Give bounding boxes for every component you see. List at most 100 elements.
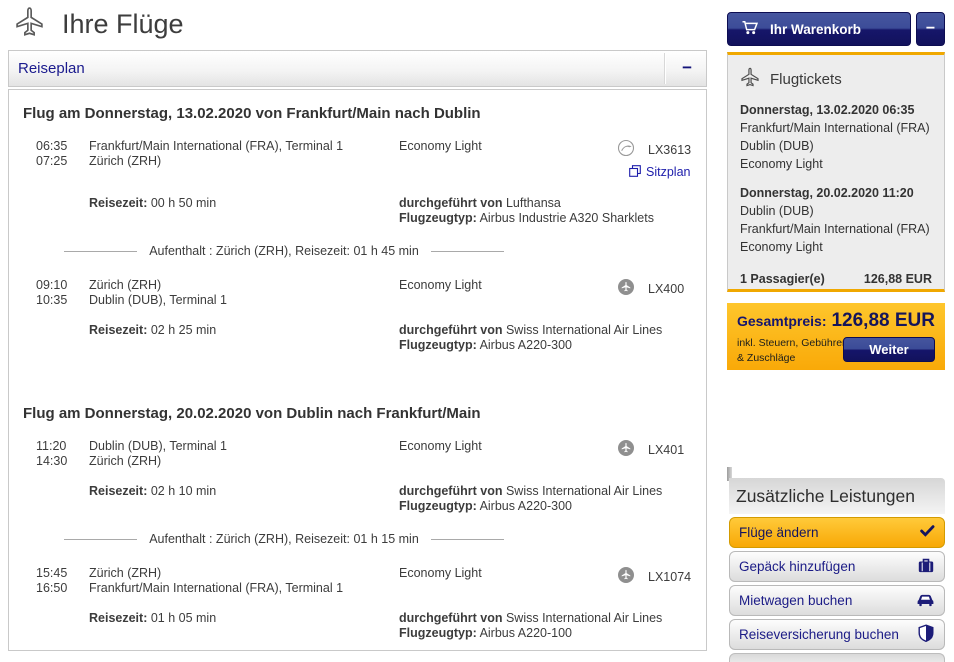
arrival-time: 16:50	[36, 581, 89, 596]
divider-line	[64, 251, 137, 252]
additional-services-title: Zusätzliche Leistungen	[729, 478, 945, 514]
total-price-box: Gesamtpreis: 126,88 EUR inkl. Steuern, G…	[727, 303, 945, 370]
seatmap-icon	[629, 165, 641, 181]
travel-time: Reisezeit: 02 h 10 min	[89, 484, 399, 514]
itinerary-panel-body: Flug am Donnerstag, 13.02.2020 von Frank…	[8, 89, 707, 651]
seatmap-link[interactable]: Sitzplan	[629, 165, 690, 181]
departure-time: 11:20	[36, 439, 89, 454]
divider-line	[64, 539, 137, 540]
trip-date: Donnerstag, 20.02.2020 11:20	[740, 184, 932, 202]
cart-button[interactable]: Ihr Warenkorb	[727, 12, 911, 46]
add-baggage-button[interactable]: Gepäck hinzufügen	[729, 551, 945, 582]
flight-number-cell: LX400	[617, 278, 696, 307]
operating-info: durchgeführt von Swiss International Air…	[399, 484, 696, 514]
change-flights-label: Flüge ändern	[739, 525, 819, 540]
trip-to: Dublin (DUB)	[740, 137, 932, 155]
divider-line	[431, 251, 504, 252]
swiss-airline-icon	[617, 278, 635, 300]
total-price-note: inkl. Steuern, Gebühren & Zuschläge	[737, 336, 849, 366]
arrival-airport: Zürich (ZRH)	[89, 154, 399, 169]
seatmap-label: Sitzplan	[646, 165, 690, 180]
cabin-class: Economy Light	[399, 139, 617, 180]
book-rental-car-label: Mietwagen buchen	[739, 593, 852, 608]
airplane-icon	[740, 67, 760, 91]
trip-from: Frankfurt/Main International (FRA)	[740, 119, 932, 137]
cabin-class: Economy Light	[399, 439, 617, 468]
collapse-cart-button[interactable]: −	[916, 12, 945, 46]
flight-number-cell: LX401	[617, 439, 696, 468]
suitcase-icon	[917, 557, 935, 577]
segment-row: 15:45 16:50 Zürich (ZRH) Frankfurt/Main …	[36, 566, 696, 595]
cart-trip-summary: Donnerstag, 13.02.2020 06:35 Frankfurt/M…	[740, 101, 932, 173]
additional-services-panel: Zusätzliche Leistungen Flüge ändern Gepä…	[729, 478, 945, 662]
flight-heading: Flug am Donnerstag, 20.02.2020 von Dubli…	[23, 405, 692, 422]
trip-cabin: Economy Light	[740, 238, 932, 256]
swiss-airline-icon	[617, 439, 635, 461]
itinerary-panel: Reiseplan − Flug am Donnerstag, 13.02.20…	[8, 50, 707, 651]
stopover-text: Aufenthalt : Zürich (ZRH), Reisezeit: 01…	[149, 244, 419, 258]
header-separator	[664, 53, 666, 84]
book-rental-car-button[interactable]: Mietwagen buchen	[729, 585, 945, 616]
departure-airport: Zürich (ZRH)	[89, 566, 399, 581]
minus-icon: −	[926, 20, 935, 38]
segment-airports: Frankfurt/Main International (FRA), Term…	[89, 139, 399, 180]
departure-time: 15:45	[36, 566, 89, 581]
trip-from: Dublin (DUB)	[740, 202, 932, 220]
divider-line	[431, 539, 504, 540]
arrival-time: 07:25	[36, 154, 89, 169]
travel-time: Reisezeit: 02 h 25 min	[89, 323, 399, 353]
stopover-text: Aufenthalt : Zürich (ZRH), Reisezeit: 01…	[149, 532, 419, 546]
operating-info: durchgeführt von Lufthansa Flugzeugtyp: …	[399, 196, 696, 226]
book-travel-insurance-label: Reiseversicherung buchen	[739, 627, 899, 642]
departure-time: 06:35	[36, 139, 89, 154]
segment-times: 09:10 10:35	[36, 278, 89, 307]
trip-date: Donnerstag, 13.02.2020 06:35	[740, 101, 932, 119]
airplane-icon	[14, 6, 45, 42]
travel-time: Reisezeit: 01 h 05 min	[89, 611, 399, 641]
segment-times: 15:45 16:50	[36, 566, 89, 595]
continue-button[interactable]: Weiter	[843, 337, 935, 362]
trip-cabin: Economy Light	[740, 155, 932, 173]
flight-number: LX401	[648, 443, 684, 458]
lufthansa-crane-icon	[617, 139, 635, 161]
operating-info: durchgeführt von Swiss International Air…	[399, 611, 696, 641]
segment-row: 09:10 10:35 Zürich (ZRH) Dublin (DUB), T…	[36, 278, 696, 307]
change-flights-button[interactable]: Flüge ändern	[729, 517, 945, 548]
arrival-time: 14:30	[36, 454, 89, 469]
segment-row: 11:20 14:30 Dublin (DUB), Terminal 1 Zür…	[36, 439, 696, 468]
segment-airports: Zürich (ZRH) Dublin (DUB), Terminal 1	[89, 278, 399, 307]
arrival-time: 10:35	[36, 293, 89, 308]
shield-icon	[917, 624, 935, 645]
add-baggage-label: Gepäck hinzufügen	[739, 559, 855, 574]
segment-airports: Zürich (ZRH) Frankfurt/Main Internationa…	[89, 566, 399, 595]
total-price-value: 126,88 EUR	[831, 310, 935, 332]
trip-to: Frankfurt/Main International (FRA)	[740, 220, 932, 238]
segment-detail-row: Reisezeit: 02 h 25 min durchgeführt von …	[36, 323, 696, 353]
flight-heading: Flug am Donnerstag, 13.02.2020 von Frank…	[23, 105, 692, 122]
flight-tickets-panel: Flugtickets Donnerstag, 13.02.2020 06:35…	[727, 52, 945, 292]
departure-airport: Dublin (DUB), Terminal 1	[89, 439, 399, 454]
departure-airport: Zürich (ZRH)	[89, 278, 399, 293]
total-price-label: Gesamtpreis:	[737, 313, 826, 329]
segment-detail-row: Reisezeit: 01 h 05 min durchgeführt von …	[36, 611, 696, 641]
check-icon	[920, 525, 935, 540]
itinerary-panel-header[interactable]: Reiseplan −	[8, 50, 707, 87]
flight-number: LX1074	[648, 570, 691, 585]
cart-button-label: Ihr Warenkorb	[770, 22, 861, 37]
book-travel-insurance-button[interactable]: Reiseversicherung buchen	[729, 619, 945, 650]
flight-number-cell: LX3613 Sitzplan	[617, 139, 696, 180]
segment-detail-row: Reisezeit: 00 h 50 min durchgeführt von …	[36, 196, 696, 226]
segment-airports: Dublin (DUB), Terminal 1 Zürich (ZRH)	[89, 439, 399, 468]
flight-tickets-title: Flugtickets	[770, 71, 842, 88]
shopping-cart-icon	[741, 20, 759, 38]
passenger-price-row: 1 Passagier(e) 126,88 EUR	[740, 272, 932, 286]
arrival-airport: Frankfurt/Main International (FRA), Term…	[89, 581, 399, 596]
collapse-itinerary-button[interactable]: −	[682, 58, 692, 78]
cart-trip-summary: Donnerstag, 20.02.2020 11:20 Dublin (DUB…	[740, 184, 932, 256]
cabin-class: Economy Light	[399, 278, 617, 307]
flight-tickets-header: Flugtickets	[740, 67, 932, 91]
departure-time: 09:10	[36, 278, 89, 293]
swiss-airline-icon	[617, 566, 635, 588]
flight-number-cell: LX1074	[617, 566, 696, 595]
arrival-airport: Zürich (ZRH)	[89, 454, 399, 469]
